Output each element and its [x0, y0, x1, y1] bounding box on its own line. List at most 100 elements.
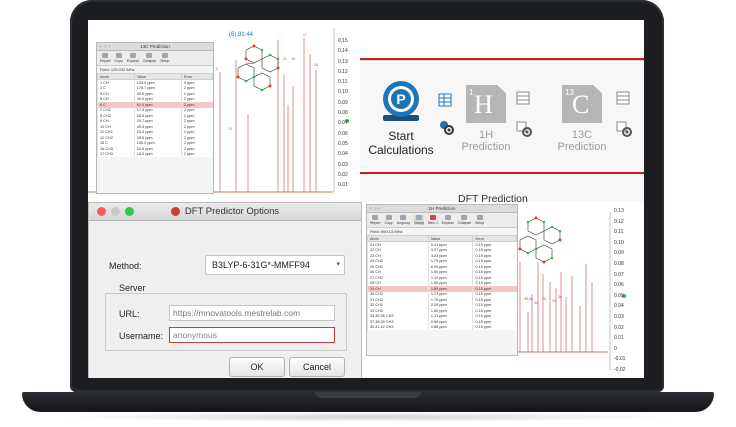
group-icon: [415, 215, 422, 220]
collapse-button[interactable]: Collapse: [143, 53, 156, 63]
url-label: URL:: [119, 309, 140, 319]
dialog-title: DFT Predictor Options: [184, 206, 280, 217]
tool-label: Expand: [441, 221, 454, 225]
h-glyph: H: [474, 90, 493, 119]
method-label: Method:: [109, 261, 142, 271]
h1-toolbar: Report Copy Ungroup Group New J Expand C…: [367, 213, 517, 228]
c13-shift-table: Atom Value Error 1 CH 103.9 ppm 2 ppm 2 C 17…: [97, 73, 214, 157]
svg-text:16: 16: [314, 63, 318, 67]
copy-icon: [115, 53, 122, 58]
c13-window-title: 13C Prediction: [140, 44, 170, 49]
tick-label: 0.02: [338, 171, 348, 178]
ungroup-button[interactable]: Ungroup: [397, 215, 410, 225]
username-field[interactable]: anonymous: [169, 327, 335, 343]
c13-prediction-button[interactable]: C 13 13C Prediction: [552, 85, 612, 153]
tick-label: 0.08: [614, 260, 624, 267]
tick-label: 0.05: [614, 292, 624, 299]
copy-button[interactable]: Copy: [115, 53, 123, 63]
table-row[interactable]: 17 CH3 18.0 ppm 2 ppm: [97, 151, 213, 157]
tick-label: 0: [614, 345, 617, 352]
h1-window-titlebar[interactable]: 1H Prediction: [367, 205, 517, 213]
h1-prediction-label: 1H Prediction: [461, 129, 511, 153]
tick-label: 0.10: [614, 239, 624, 246]
report-button[interactable]: Report: [100, 53, 111, 63]
tick-label: 0.01: [338, 182, 348, 189]
tick-label: 0.11: [614, 229, 624, 236]
h1-table-icon[interactable]: [516, 91, 530, 105]
tool-label: Expand: [126, 59, 139, 63]
laptop-screen: 5 13 21 19 17 16 (6),81.44 0.15 0.14 0.13 0.1…: [88, 20, 644, 378]
report-button[interactable]: Report: [370, 215, 381, 225]
svg-text:21: 21: [283, 57, 287, 61]
c-sup: 13: [565, 88, 574, 97]
zoom-button[interactable]: [125, 207, 134, 216]
dialog-titlebar[interactable]: DFT Predictor Options: [89, 203, 361, 221]
c13-table-icon[interactable]: [616, 91, 630, 105]
report-icon: [102, 53, 109, 58]
collapse-icon: [461, 215, 468, 220]
tick-label: 0.06: [614, 282, 624, 289]
c13-window-titlebar[interactable]: 13C Prediction: [97, 43, 213, 51]
collapse-icon: [146, 53, 153, 58]
c13-prediction-label: 13C Prediction: [557, 129, 607, 153]
chevron-down-icon: ▾: [336, 261, 340, 268]
ungroup-icon: [400, 215, 407, 220]
tool-label: New J: [427, 221, 438, 225]
svg-text:19: 19: [291, 57, 295, 61]
table-row[interactable]: 40,41,42 CH3 0.88 ppm 0.15 ppm: [367, 324, 517, 330]
tool-label: Copy: [114, 59, 123, 63]
svg-text:29: 29: [552, 299, 556, 303]
tick-label: 0.15: [338, 38, 348, 44]
svg-text:30: 30: [558, 295, 562, 299]
method-select[interactable]: B3LYP-6-31G*-MMFF94 ▾: [205, 255, 345, 275]
minimize-button[interactable]: [111, 207, 120, 216]
laptop-notch: [315, 392, 421, 398]
h1-prediction-button[interactable]: H 1 1H Prediction: [458, 85, 514, 153]
group-button[interactable]: Group: [414, 215, 424, 225]
c-glyph: C: [572, 90, 590, 119]
ribbon-top-line: [360, 58, 644, 60]
svg-text:5: 5: [216, 67, 218, 71]
collapse-button[interactable]: Collapse: [457, 215, 471, 225]
c13-toolbar: Report Copy Expand Collapse Setup: [97, 51, 213, 66]
tick-label: 0.10: [338, 89, 348, 96]
setup-button[interactable]: Setup: [475, 215, 484, 225]
tick-label: 0.13: [338, 58, 348, 65]
tick-label: 0.12: [338, 68, 348, 75]
field-readout: Field: 125.032 MHz: [100, 67, 135, 72]
tick-label: 0.08: [338, 110, 348, 117]
window-controls[interactable]: [99, 45, 111, 48]
tick-label: -0.01: [614, 356, 626, 363]
laptop-shadow: [60, 412, 676, 422]
table-cell: 40,41,42 CH3: [367, 324, 429, 330]
c13-settings-icon[interactable]: [616, 121, 632, 137]
dialog-app-icon: [170, 207, 180, 216]
h1-window-title: 1H Prediction: [428, 206, 456, 211]
expand-button[interactable]: Expand: [127, 53, 139, 63]
c13-prediction-window[interactable]: 13C Prediction Report Copy Expand Collap…: [96, 42, 214, 194]
setup-button[interactable]: Setup: [160, 53, 169, 63]
table-cell: 0.88 ppm: [427, 324, 473, 330]
table-icon[interactable]: [438, 93, 452, 107]
tool-label: Setup: [160, 59, 170, 63]
close-button[interactable]: [97, 207, 106, 216]
cancel-button[interactable]: Cancel: [289, 357, 345, 377]
tick-label: -0.02: [614, 366, 626, 373]
settings-icon[interactable]: [438, 119, 454, 135]
tick-label: 0.02: [614, 324, 624, 331]
new-j-button[interactable]: New J: [428, 215, 438, 225]
expand-button[interactable]: Expand: [441, 215, 454, 225]
svg-text:38,40: 38,40: [524, 297, 533, 301]
ok-button[interactable]: OK: [229, 357, 285, 377]
start-calculations-button[interactable]: P Start Calculations: [366, 79, 436, 157]
h1-settings-icon[interactable]: [516, 121, 532, 137]
window-controls[interactable]: [369, 207, 381, 210]
table-cell: 2 ppm: [180, 151, 213, 157]
tick-label: 0.03: [338, 161, 348, 168]
url-field[interactable]: https://mnovatools.mestrelab.com: [169, 305, 335, 321]
copy-button[interactable]: Copy: [385, 215, 393, 225]
start-calculations-label: Start Calculations: [368, 129, 434, 157]
method-value: B3LYP-6-31G*-MMFF94: [212, 260, 310, 270]
h1-prediction-window[interactable]: 1H Prediction Report Copy Ungroup Group …: [366, 204, 518, 356]
tool-label: Copy: [384, 221, 393, 225]
